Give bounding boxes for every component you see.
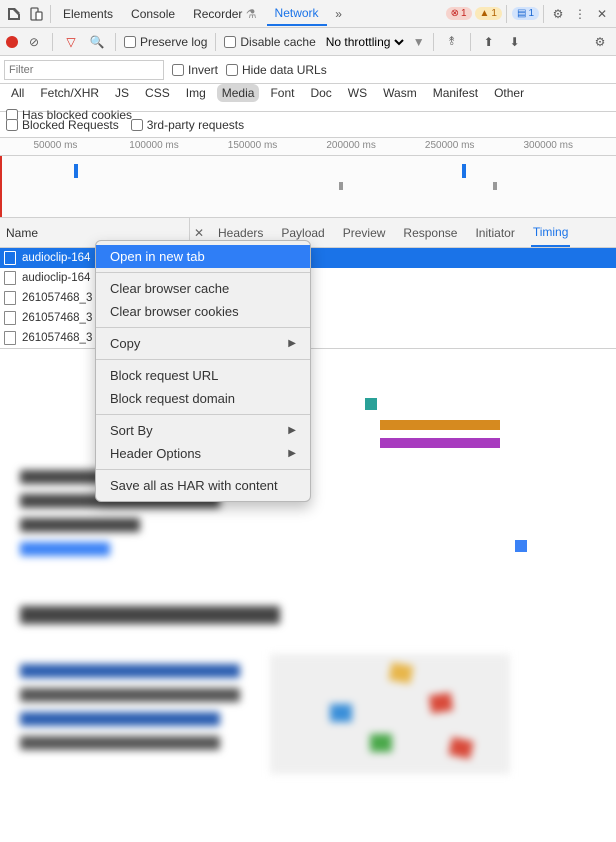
chevron-right-icon: ▶ bbox=[288, 448, 296, 459]
tab-initiator[interactable]: Initiator bbox=[473, 220, 516, 246]
chevron-right-icon: ▶ bbox=[288, 425, 296, 436]
chip-wasm[interactable]: Wasm bbox=[378, 84, 422, 102]
obscured-content bbox=[0, 450, 616, 842]
chip-img[interactable]: Img bbox=[181, 84, 211, 102]
file-icon bbox=[4, 311, 16, 325]
file-icon bbox=[4, 291, 16, 305]
error-badge[interactable]: ⊗ 1 bbox=[446, 7, 472, 20]
throttle-select[interactable]: No throttling bbox=[322, 34, 407, 50]
timeline-ruler[interactable]: 50000 ms 100000 ms 150000 ms 200000 ms 2… bbox=[0, 138, 616, 156]
preserve-log-checkbox[interactable]: Preserve log bbox=[124, 35, 207, 49]
chip-media[interactable]: Media bbox=[217, 84, 260, 102]
tab-elements[interactable]: Elements bbox=[55, 3, 121, 25]
ctx-block-url[interactable]: Block request URL bbox=[96, 364, 310, 387]
context-menu: Open in new tab Clear browser cache Clea… bbox=[95, 240, 311, 502]
ctx-header-options[interactable]: Header Options▶ bbox=[96, 442, 310, 465]
timing-bars bbox=[380, 420, 500, 448]
inspect-icon[interactable] bbox=[4, 4, 24, 24]
close-icon[interactable]: ✕ bbox=[592, 4, 612, 24]
issues-badge[interactable]: ▤ 1 bbox=[512, 7, 539, 20]
download-icon[interactable]: ⬇ bbox=[505, 32, 525, 52]
disable-cache-checkbox[interactable]: Disable cache bbox=[224, 35, 315, 49]
close-detail-icon[interactable]: ✕ bbox=[190, 226, 208, 240]
search-icon[interactable]: 🔍 bbox=[87, 32, 107, 52]
tab-console[interactable]: Console bbox=[123, 3, 183, 25]
chip-manifest[interactable]: Manifest bbox=[428, 84, 483, 102]
gear-icon[interactable]: ⚙ bbox=[548, 4, 568, 24]
third-party-checkbox[interactable]: 3rd-party requests bbox=[131, 118, 244, 132]
file-icon bbox=[4, 271, 16, 285]
chip-all[interactable]: All bbox=[6, 84, 29, 102]
blocked-requests-checkbox[interactable]: Blocked Requests bbox=[6, 118, 119, 132]
ctx-clear-cache[interactable]: Clear browser cache bbox=[96, 277, 310, 300]
clear-icon[interactable]: ⊘ bbox=[24, 32, 44, 52]
ctx-clear-cookies[interactable]: Clear browser cookies bbox=[96, 300, 310, 323]
filter-input[interactable] bbox=[4, 60, 164, 80]
wifi-icon[interactable]: ⥉ bbox=[442, 32, 462, 52]
device-icon[interactable] bbox=[26, 4, 46, 24]
chip-fetchxhr[interactable]: Fetch/XHR bbox=[35, 84, 104, 102]
ctx-block-domain[interactable]: Block request domain bbox=[96, 387, 310, 410]
file-icon bbox=[4, 331, 16, 345]
warn-badge[interactable]: ▲ 1 bbox=[475, 7, 502, 20]
filter-icon[interactable]: ▽ bbox=[61, 32, 81, 52]
upload-icon[interactable]: ⬆ bbox=[479, 32, 499, 52]
chip-css[interactable]: CSS bbox=[140, 84, 175, 102]
chip-font[interactable]: Font bbox=[265, 84, 299, 102]
type-filter-row: All Fetch/XHR JS CSS Img Media Font Doc … bbox=[0, 84, 616, 112]
panel-gear-icon[interactable]: ⚙ bbox=[590, 32, 610, 52]
kebab-icon[interactable]: ⋮ bbox=[570, 4, 590, 24]
hide-data-urls-checkbox[interactable]: Hide data URLs bbox=[226, 63, 327, 77]
timing-marker bbox=[365, 398, 377, 410]
record-icon[interactable] bbox=[6, 36, 18, 48]
tab-network[interactable]: Network bbox=[267, 2, 327, 26]
more-tabs-icon[interactable]: » bbox=[329, 4, 349, 24]
timeline-overview[interactable] bbox=[0, 156, 616, 218]
chevron-right-icon: ▶ bbox=[288, 338, 296, 349]
tab-preview[interactable]: Preview bbox=[341, 220, 388, 246]
ctx-open-new-tab[interactable]: Open in new tab bbox=[96, 245, 310, 268]
file-icon bbox=[4, 251, 16, 265]
chip-js[interactable]: JS bbox=[110, 84, 134, 102]
chip-doc[interactable]: Doc bbox=[305, 84, 336, 102]
chip-ws[interactable]: WS bbox=[343, 84, 372, 102]
ctx-sort-by[interactable]: Sort By▶ bbox=[96, 419, 310, 442]
tab-response[interactable]: Response bbox=[401, 220, 459, 246]
tab-recorder[interactable]: Recorder ⚗ bbox=[185, 3, 264, 25]
chip-other[interactable]: Other bbox=[489, 84, 529, 102]
tab-timing[interactable]: Timing bbox=[531, 219, 571, 247]
ctx-save-har[interactable]: Save all as HAR with content bbox=[96, 474, 310, 497]
ctx-copy[interactable]: Copy▶ bbox=[96, 332, 310, 355]
invert-checkbox[interactable]: Invert bbox=[172, 63, 218, 77]
